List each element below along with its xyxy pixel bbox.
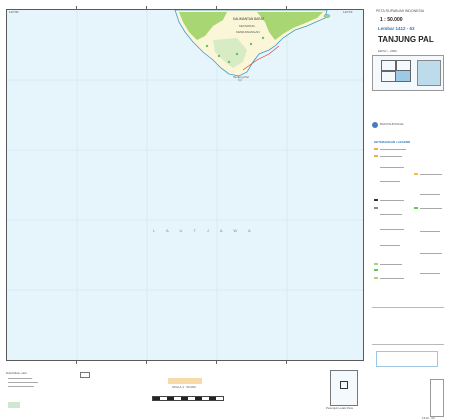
compass-box — [80, 372, 90, 378]
agency-stamp — [8, 402, 20, 408]
legend-panel: PETA RUPABUMI INDONESIA 1 : 50.000 Lemba… — [370, 9, 446, 420]
islet — [323, 14, 331, 18]
frame-tick — [286, 361, 287, 364]
note-line — [8, 382, 38, 383]
legend-heading: KETERANGAN / LEGEND — [374, 140, 411, 144]
index-map — [372, 55, 444, 91]
legend-text-line — [380, 264, 402, 265]
legend-swatch — [374, 199, 378, 201]
corner-label-top-right: 110°15' — [343, 10, 353, 14]
legend-swatch — [414, 173, 418, 175]
legend-swatch — [374, 148, 378, 150]
land-label-district: KETAPANG — [239, 24, 255, 28]
legend-text-line — [380, 149, 406, 150]
map-canvas — [7, 10, 363, 360]
location-index-cell — [340, 381, 348, 389]
legend-text-line — [420, 194, 440, 195]
index-label: Petunjuk Letak Peta — [326, 406, 353, 410]
corner-label-top-left: 110°00' — [9, 10, 19, 14]
legend-swatch — [374, 263, 378, 265]
sea-label: L A U T J A W A — [153, 228, 256, 233]
legend-text-line — [380, 167, 404, 168]
legend-swatch — [374, 277, 378, 279]
scale-bar-label: SKALA 1 : 50.000 — [172, 385, 196, 389]
notes-box — [376, 351, 438, 367]
land-label-subdistrict: KENDAWANGAN — [236, 30, 260, 34]
legend-swatch — [374, 155, 378, 157]
legend-text-line — [420, 231, 440, 232]
location-index-map — [330, 370, 358, 406]
series-title: PETA RUPABUMI INDONESIA — [376, 9, 425, 13]
legend-text-line — [380, 229, 404, 230]
edition-text: EDISI I - 2000 — [378, 49, 397, 53]
scale-bar — [152, 396, 224, 401]
legend-text-line — [420, 208, 442, 209]
frame-tick — [286, 6, 287, 9]
scale-text: 1 : 50.000 — [380, 17, 403, 23]
legend-text-line — [380, 245, 400, 246]
map-frame[interactable]: 110°00' 110°15' KALIMANTAN BARAT KETAPAN… — [6, 9, 364, 361]
publisher-note: Diterbitkan oleh — [6, 371, 27, 375]
islet-tanjung-pal — [238, 78, 242, 82]
sheet-number: Lembar 1412 - 63 — [378, 26, 415, 31]
legend-text-line — [420, 253, 442, 254]
frame-tick — [146, 6, 147, 9]
sheet-index-table — [430, 379, 444, 417]
scale-info-box — [168, 378, 202, 384]
frame-tick — [216, 361, 217, 364]
place-label-tanjung-pal: Tanjung Pal — [233, 75, 249, 79]
agency-name: BAKOSURTANAL — [380, 122, 405, 126]
divider — [372, 344, 444, 345]
index-grid-cell-current — [395, 70, 411, 82]
legend-text-line — [380, 181, 400, 182]
legend-text-line — [420, 273, 440, 274]
frame-tick — [216, 6, 217, 9]
note-line — [8, 378, 32, 379]
frame-tick — [76, 361, 77, 364]
legend-swatch — [414, 207, 418, 209]
agency-logo-icon — [372, 122, 378, 128]
legend-text-line — [380, 278, 404, 279]
frame-tick — [146, 361, 147, 364]
legend-text-line — [380, 214, 402, 215]
legend-swatch — [374, 269, 378, 271]
note-line — [8, 386, 34, 387]
legend-text-line — [380, 200, 404, 201]
land-label-province: KALIMANTAN BARAT — [233, 17, 265, 21]
map-title: TANJUNG PAL — [378, 35, 434, 44]
legend-text-line — [380, 156, 402, 157]
frame-tick — [76, 6, 77, 9]
location-inset — [417, 60, 441, 86]
grid-lines — [7, 10, 363, 360]
divider — [372, 307, 444, 308]
legend-swatch — [374, 207, 378, 209]
legend-text-line — [420, 174, 442, 175]
